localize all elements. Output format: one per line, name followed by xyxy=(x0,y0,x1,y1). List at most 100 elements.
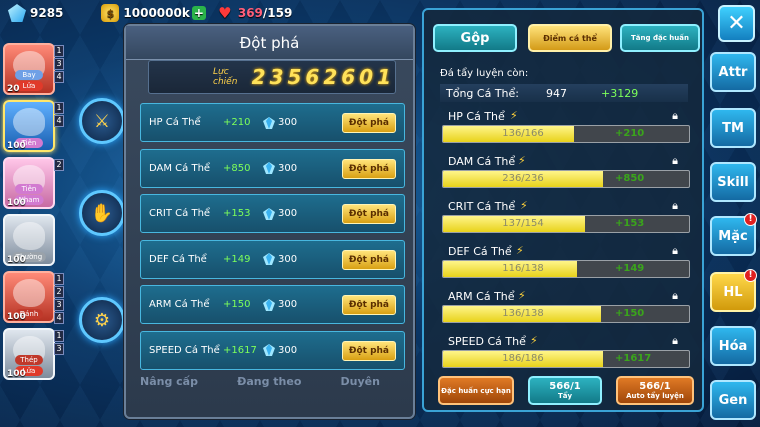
stat-row: HP Cá Thể ⚡ 🔒︎ 136/166 +210 xyxy=(442,109,690,150)
gold-counter: $ 1000000k + xyxy=(101,4,206,22)
lock-icon[interactable]: 🔒︎ xyxy=(672,244,678,258)
breakthrough-button[interactable]: Đột phá xyxy=(341,340,396,361)
stat-bonus: +850 xyxy=(223,162,251,174)
bag-skill-orb[interactable]: ✋ xyxy=(79,190,125,236)
breakthrough-button[interactable]: Đột phá xyxy=(341,204,396,224)
pokemon-level: 20 xyxy=(7,84,20,94)
party-slot[interactable]: Thép Lửa 100 1 3 xyxy=(3,328,64,380)
party-slot[interactable]: Đánh 100 1 2 3 4 xyxy=(3,271,64,324)
stat-name: CRIT Cá Thể xyxy=(149,208,211,219)
lock-icon[interactable]: 🔒︎ xyxy=(672,199,678,213)
stat-value: 186/186 xyxy=(502,353,544,364)
breakthrough-button[interactable]: Đột phá xyxy=(341,113,396,133)
type-tag-secondary: Tiên xyxy=(15,184,43,194)
slot-number: 1 xyxy=(54,102,64,114)
slot-number: 4 xyxy=(54,71,64,83)
slot-number: 1 xyxy=(54,45,64,57)
breakthrough-button[interactable]: Đột phá xyxy=(341,295,396,315)
slot-numbers: 2 xyxy=(54,159,64,171)
stat-add: +149 xyxy=(615,263,645,274)
stat-add: +1617 xyxy=(615,353,652,364)
diamond-icon xyxy=(263,253,275,265)
stat-bonus: +150 xyxy=(223,299,251,310)
pokemon-level: 100 xyxy=(7,255,26,265)
diamond-icon xyxy=(263,116,275,129)
breakthrough-row: ARM Cá Thể +150 300 Đột phá xyxy=(140,285,405,324)
gear-icon: ⚙ xyxy=(93,309,111,331)
stat-bonus: +1617 xyxy=(223,344,257,356)
combat-power-box: Lực chiến 23562601 xyxy=(148,60,396,94)
gear-skill-orb[interactable]: ⚙ xyxy=(79,297,125,343)
tab-special-training[interactable]: Tăng đặc huấn xyxy=(620,24,700,52)
party-slot[interactable]: Tiên 100 1 4 xyxy=(3,100,64,152)
lock-icon[interactable]: 🔒︎ xyxy=(672,109,678,123)
party-slot[interactable]: Tiên Nham 100 2 xyxy=(3,157,64,209)
cost-value: 300 xyxy=(278,299,298,310)
side-tab-hl[interactable]: HL! xyxy=(710,269,757,312)
stat-value: 137/154 xyxy=(502,218,544,229)
breakthrough-row: DEF Cá Thể +149 300 Đột phá xyxy=(140,239,405,279)
diamond-icon xyxy=(263,162,275,174)
slot-number: 3 xyxy=(54,343,64,355)
lightning-icon: ⚡ xyxy=(518,289,526,302)
party-list: Bay Lửa 20 1 3 4 Tiên 100 1 4 Tiên Nham … xyxy=(3,43,73,385)
total-bonus: +3129 xyxy=(601,86,639,100)
lock-icon[interactable]: 🔒︎ xyxy=(672,289,678,303)
extreme-training-button[interactable]: Đặc huấn cực hạn xyxy=(438,376,514,405)
tab-affinity[interactable]: Duyên xyxy=(341,375,380,388)
hidden-bottom-tabs: Nâng cấp Đang theo Duyên xyxy=(140,375,380,388)
tab-individual-points[interactable]: Điểm cá thể xyxy=(528,24,612,52)
stat-bar: 136/166 +210 xyxy=(442,125,690,143)
side-tab-attr[interactable]: Attr xyxy=(710,52,756,92)
pokemon-level: 100 xyxy=(7,312,26,322)
party-slot[interactable]: Bay Lửa 20 1 3 4 xyxy=(3,43,64,95)
lock-icon[interactable]: 🔒︎ xyxy=(672,334,678,348)
side-tab-equip[interactable]: Mặc! xyxy=(710,213,757,256)
wash-button[interactable]: 566/1 Tẩy xyxy=(528,376,602,405)
tab-upgrade[interactable]: Nâng cấp xyxy=(140,375,198,388)
slot-number: 1 xyxy=(54,330,64,342)
pokemon-portrait xyxy=(13,279,45,307)
side-tab-evolve[interactable]: Hóa xyxy=(710,326,756,366)
stat-add: +850 xyxy=(615,173,645,184)
close-button[interactable]: ✕ xyxy=(718,5,755,42)
notification-badge: ! xyxy=(744,269,757,282)
breakthrough-list: HP Cá Thể +210 300 Đột phá DAM Cá Thể +8… xyxy=(140,103,405,376)
stat-name: SPEED Cá Thể xyxy=(149,344,220,356)
pokemon-portrait xyxy=(13,222,45,250)
tab-merge[interactable]: Gộp xyxy=(433,24,517,52)
stat-name: ARM Cá Thể xyxy=(448,290,515,303)
bag-icon: ✋ xyxy=(90,202,114,224)
cost-value: 300 xyxy=(278,162,298,174)
slot-numbers: 1 2 3 4 xyxy=(54,273,64,324)
breakthrough-button[interactable]: Đột phá xyxy=(341,249,396,270)
sword-skill-orb[interactable]: ⚔ xyxy=(79,98,125,144)
lock-icon[interactable]: 🔒︎ xyxy=(672,154,678,168)
cost-value: 300 xyxy=(278,117,298,128)
slot-number: 2 xyxy=(54,286,64,298)
gold-amount: 1000000k xyxy=(123,6,190,20)
wash-count: 566/1 xyxy=(549,381,581,392)
tab-following[interactable]: Đang theo xyxy=(237,375,301,388)
side-tab-gen[interactable]: Gen xyxy=(710,380,756,420)
breakthrough-button[interactable]: Đột phá xyxy=(341,158,396,179)
side-tab-label: Attr xyxy=(718,64,748,80)
pokemon-portrait xyxy=(13,108,45,136)
close-icon: ✕ xyxy=(727,11,746,36)
diamond-icon xyxy=(263,344,275,356)
total-stats-box: Tổng Cá Thể: 947 +3129 xyxy=(440,84,688,102)
stat-bar: 186/186 +1617 xyxy=(442,350,690,368)
stat-bonus: +210 xyxy=(223,117,251,128)
sword-icon: ⚔ xyxy=(93,110,111,132)
side-tab-skill[interactable]: Skill xyxy=(710,162,756,202)
stat-add: +210 xyxy=(615,128,645,139)
side-tab-tm[interactable]: TM xyxy=(710,108,756,148)
stat-bar: 236/236 +850 xyxy=(442,170,690,188)
add-gold-button[interactable]: + xyxy=(191,6,206,20)
party-slot[interactable]: Thường 100 xyxy=(3,214,55,266)
auto-wash-button[interactable]: 566/1 Auto tẩy luyện xyxy=(616,376,694,405)
slot-number: 4 xyxy=(54,115,64,127)
stat-name: CRIT Cá Thể xyxy=(448,200,516,213)
extreme-training-label: Đặc huấn cực hạn xyxy=(441,386,511,395)
breakthrough-row: SPEED Cá Thể +1617 300 Đột phá xyxy=(140,330,405,370)
